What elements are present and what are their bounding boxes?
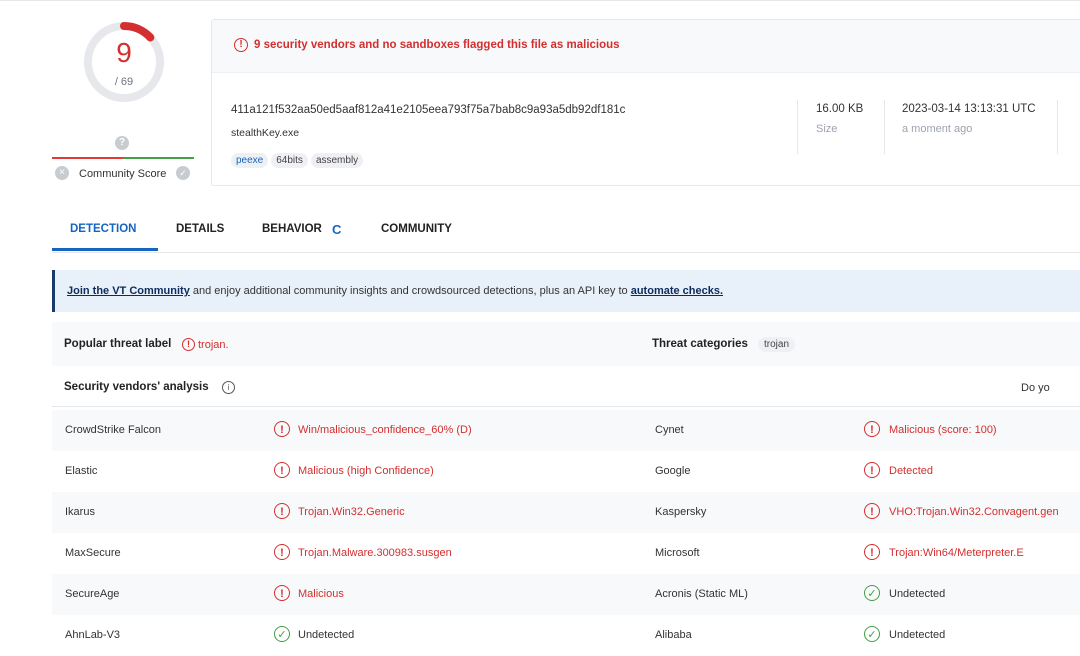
vendor-result: Win/malicious_confidence_60% (D): [298, 424, 472, 436]
vendor-name: Kaspersky: [655, 506, 707, 518]
undetected-check-icon: ✓: [864, 585, 880, 601]
popular-threat-value[interactable]: trojan.: [198, 339, 229, 351]
file-tags: peexe 64bits assembly: [231, 150, 366, 168]
scan-date-relative: a moment ago: [902, 123, 973, 135]
downvote-icon[interactable]: ×: [55, 166, 69, 180]
top-divider: [0, 0, 1080, 1]
tab-community[interactable]: COMMUNITY: [381, 223, 452, 235]
table-row: MaxSecure ! Trojan.Malware.300983.susgen…: [52, 533, 1080, 574]
tab-details[interactable]: DETAILS: [176, 223, 224, 235]
file-name: stealthKey.exe: [231, 127, 300, 139]
table-row: AhnLab-V3 ✓ Undetected Alibaba ✓ Undetec…: [52, 615, 1080, 656]
score-detections: 9: [116, 37, 132, 68]
threat-categories-label: Threat categories: [652, 338, 748, 350]
divider: [797, 100, 798, 154]
malicious-alert-icon: !: [274, 503, 290, 519]
vendor-name: MaxSecure: [65, 547, 121, 559]
undetected-check-icon: ✓: [864, 626, 880, 642]
alert-header: ! 9 security vendors and no sandboxes fl…: [212, 20, 1080, 73]
truncated-prompt-text: Do yo: [1021, 382, 1050, 394]
community-score-label: Community Score: [79, 168, 167, 180]
malicious-alert-icon: !: [864, 462, 880, 478]
loading-spinner-icon: C: [332, 222, 342, 237]
active-tab-indicator: [52, 248, 158, 251]
vendor-name: Google: [655, 465, 691, 477]
banner-text: Join the VT Community and enjoy addition…: [67, 285, 723, 297]
community-banner: Join the VT Community and enjoy addition…: [52, 270, 1080, 312]
alert-icon: !: [182, 338, 195, 351]
alert-icon: !: [234, 38, 248, 52]
popular-threat-label: Popular threat label: [64, 338, 172, 350]
vendor-name: Alibaba: [655, 629, 692, 641]
vendor-name: Ikarus: [65, 506, 95, 518]
vendor-result: Malicious: [298, 588, 344, 600]
table-row: Elastic ! Malicious (high Confidence) Go…: [52, 451, 1080, 492]
malicious-alert-icon: !: [864, 503, 880, 519]
vendor-name: SecureAge: [65, 588, 120, 600]
scan-date-value: 2023-03-14 13:13:31 UTC: [902, 103, 1036, 115]
question-icon[interactable]: ?: [115, 136, 129, 150]
malicious-alert-icon: !: [274, 544, 290, 560]
detection-score-gauge: 9 / 69: [79, 17, 169, 107]
malicious-alert-icon: !: [274, 462, 290, 478]
tag-64bits[interactable]: 64bits: [271, 153, 308, 168]
vendor-name: Microsoft: [655, 547, 700, 559]
vendor-result: Undetected: [889, 629, 946, 641]
vendor-name: Acronis (Static ML): [655, 588, 748, 600]
vendor-result: Undetected: [889, 588, 946, 600]
tab-detection[interactable]: DETECTION: [70, 223, 136, 235]
vendor-result: Detected: [889, 465, 934, 477]
vendor-name: Cynet: [655, 424, 684, 436]
community-score-bar: [52, 157, 194, 159]
vendor-name: AhnLab-V3: [65, 629, 121, 641]
divider: [884, 100, 885, 154]
vendor-result: Malicious (score: 100): [889, 424, 997, 436]
file-summary-card: ! 9 security vendors and no sandboxes fl…: [211, 19, 1080, 186]
table-row: CrowdStrike Falcon ! Win/malicious_confi…: [52, 410, 1080, 451]
threat-summary-row: Popular threat label ! trojan. Threat ca…: [52, 322, 1080, 366]
vendor-result: Malicious (high Confidence): [298, 465, 434, 477]
alert-message: 9 security vendors and no sandboxes flag…: [254, 39, 620, 51]
score-total: / 69: [114, 76, 134, 88]
automate-checks-link[interactable]: automate checks.: [631, 285, 723, 297]
join-community-link[interactable]: Join the VT Community: [67, 285, 190, 297]
file-size-value: 16.00 KB: [816, 103, 864, 115]
security-vendors-header: Security vendors' analysis i Do yo: [52, 370, 1080, 407]
file-hash[interactable]: 411a121f532aa50ed5aaf812a41e2105eea793f7…: [231, 104, 625, 116]
vendor-name: Elastic: [65, 465, 98, 477]
tab-bar: DETECTION DETAILS BEHAVIOR C COMMUNITY: [52, 212, 1080, 253]
upvote-icon[interactable]: ✓: [176, 166, 190, 180]
malicious-alert-icon: !: [864, 544, 880, 560]
malicious-alert-icon: !: [864, 421, 880, 437]
info-icon[interactable]: i: [222, 381, 235, 394]
vendor-result: Trojan:Win64/Meterpreter.E: [889, 547, 1024, 559]
tag-peexe[interactable]: peexe: [231, 153, 269, 168]
threat-category-tag[interactable]: trojan: [758, 337, 796, 352]
vendor-result: VHO:Trojan.Win32.Convagent.gen: [889, 506, 1059, 518]
banner-middle-text: and enjoy additional community insights …: [189, 285, 631, 297]
table-row: Ikarus ! Trojan.Win32.Generic Kaspersky …: [52, 492, 1080, 533]
divider: [1057, 100, 1058, 154]
vendor-result: Trojan.Win32.Generic: [298, 506, 405, 518]
security-vendors-title: Security vendors' analysis: [64, 381, 209, 393]
vendor-result: Trojan.Malware.300983.susgen: [298, 547, 452, 559]
malicious-alert-icon: !: [274, 585, 290, 601]
table-row: SecureAge ! Malicious Acronis (Static ML…: [52, 574, 1080, 615]
vendor-name: CrowdStrike Falcon: [65, 424, 161, 436]
tab-behavior[interactable]: BEHAVIOR: [262, 223, 322, 235]
undetected-check-icon: ✓: [274, 626, 290, 642]
malicious-alert-icon: !: [274, 421, 290, 437]
file-size-label: Size: [816, 123, 838, 135]
tag-assembly[interactable]: assembly: [310, 153, 364, 168]
vendor-result: Undetected: [298, 629, 355, 641]
